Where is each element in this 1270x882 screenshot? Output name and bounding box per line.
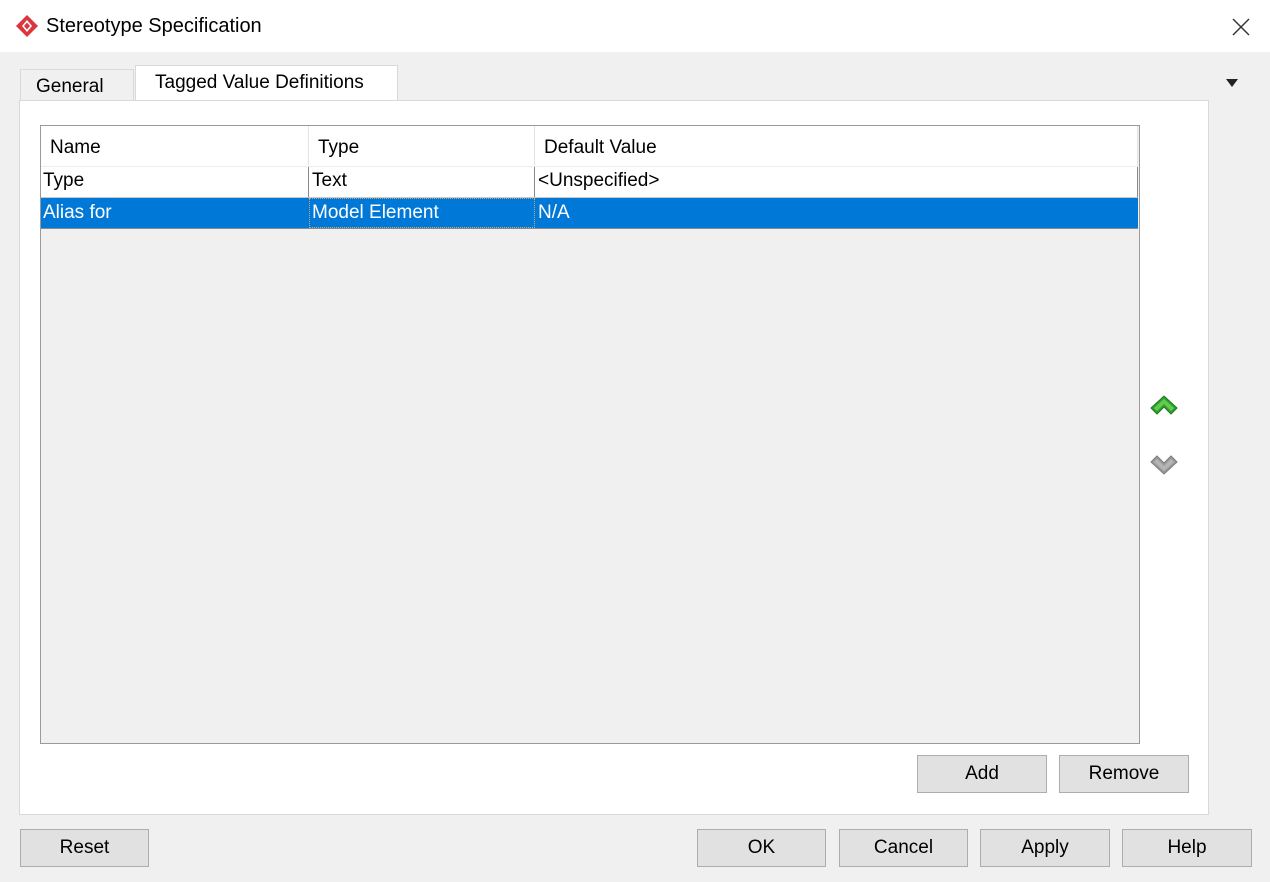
- title-bar: Stereotype Specification: [0, 0, 1270, 52]
- move-down-icon[interactable]: [1149, 451, 1179, 477]
- reset-button[interactable]: Reset: [20, 829, 149, 867]
- close-button[interactable]: [1222, 8, 1260, 46]
- table-row[interactable]: Type Text <Unspecified>: [41, 166, 1138, 198]
- cell-type[interactable]: Text: [309, 167, 535, 197]
- window-title: Stereotype Specification: [46, 15, 262, 37]
- move-up-icon[interactable]: [1149, 393, 1179, 419]
- tab-bar: General Tagged Value Definitions: [20, 65, 1210, 101]
- cell-default-value[interactable]: N/A: [535, 198, 1138, 228]
- ok-button[interactable]: OK: [697, 829, 826, 867]
- cancel-button[interactable]: Cancel: [839, 829, 968, 867]
- help-button[interactable]: Help: [1122, 829, 1252, 867]
- chevron-down-icon[interactable]: [1224, 74, 1240, 88]
- tab-general[interactable]: General: [20, 69, 134, 101]
- column-header-name[interactable]: Name: [41, 126, 309, 166]
- close-icon: [1232, 18, 1250, 36]
- add-button[interactable]: Add: [917, 755, 1047, 793]
- cell-name[interactable]: Type: [41, 167, 309, 197]
- app-diamond-icon: [15, 14, 39, 38]
- table-row-selected[interactable]: Alias for Model Element N/A: [41, 198, 1138, 229]
- tab-tagged-value-definitions[interactable]: Tagged Value Definitions: [135, 65, 398, 101]
- table-header: Name Type Default Value: [41, 126, 1138, 166]
- cell-default-value[interactable]: <Unspecified>: [535, 167, 1138, 197]
- cell-name[interactable]: Alias for: [41, 198, 309, 228]
- tagged-values-table[interactable]: Name Type Default Value Type Text <Unspe…: [40, 125, 1140, 744]
- cell-type[interactable]: Model Element: [309, 198, 535, 228]
- column-header-default-value[interactable]: Default Value: [535, 126, 1138, 166]
- column-header-type[interactable]: Type: [309, 126, 535, 166]
- remove-button[interactable]: Remove: [1059, 755, 1189, 793]
- apply-button[interactable]: Apply: [980, 829, 1110, 867]
